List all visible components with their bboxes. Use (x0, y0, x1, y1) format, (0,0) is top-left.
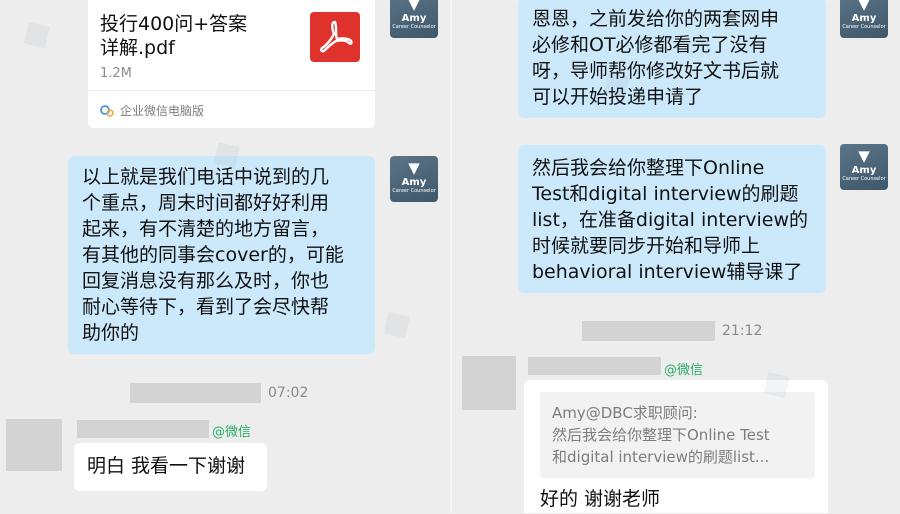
redacted-avatar (462, 356, 516, 410)
redacted-sender-name (77, 420, 209, 438)
message-line: behavioral interview辅导课了 (532, 261, 803, 283)
message-line: Test和digital interview的刷题 (532, 183, 799, 205)
avatar-subtitle: Career Counselor (392, 24, 436, 30)
counselor-message-bubble[interactable]: 恩恩，之前发给你的两套网申 必修和OT必修都看完了没有 呀，导师帮你修改好文书后… (518, 0, 826, 118)
message-line: 助你的 (82, 322, 140, 344)
avatar-logo-icon: ▼ (858, 0, 870, 13)
wechat-source-tag: @微信 (664, 363, 704, 378)
quote-line: 和digital interview的刷题list... (552, 448, 770, 466)
quote-sender: Amy@DBC求职顾问: (552, 404, 698, 422)
file-name-line: 投行400问+答案 (100, 13, 248, 35)
file-message-card[interactable]: 投行400问+答案 详解.pdf 1.2M 企业微信电脑版 (88, 0, 375, 128)
message-line: 恩恩，之前发给你的两套网申 (532, 8, 780, 30)
avatar-name: Amy (851, 165, 877, 176)
avatar-name: Amy (401, 13, 427, 24)
pdf-icon (310, 12, 360, 62)
message-line: 以上就是我们电话中说到的几 (82, 166, 330, 188)
message-line: 呀，导师帮你修改好文书后就 (532, 60, 780, 82)
message-line: 起来，有不清楚的地方留言， (82, 218, 330, 240)
avatar-subtitle: Career Counselor (842, 24, 886, 30)
avatar-subtitle: Career Counselor (842, 176, 886, 182)
counselor-avatar[interactable]: ▼ Amy Career Counselor (840, 144, 888, 190)
quoted-message[interactable]: Amy@DBC求职顾问: 然后我会给你整理下Online Test 和digit… (540, 392, 815, 478)
file-source-footer: 企业微信电脑版 (88, 90, 375, 129)
message-line: 明白 我看一下谢谢 (87, 455, 246, 477)
message-line: 回复消息没有那么及时，你也 (82, 270, 330, 292)
counselor-message-bubble[interactable]: 以上就是我们电话中说到的几 个重点，周末时间都好好利用 起来，有不清楚的地方留言… (68, 156, 375, 354)
message-line: 耐心等待下，看到了会尽快帮 (82, 296, 330, 318)
file-source-label: 企业微信电脑版 (120, 104, 205, 118)
message-line: 必修和OT必修都看完了没有 (532, 34, 768, 56)
message-line: 可以开始投递申请了 (532, 86, 704, 108)
counselor-avatar[interactable]: ▼ Amy Career Counselor (390, 0, 438, 38)
redacted-date (130, 383, 261, 403)
message-timestamp: 21:12 (722, 323, 763, 339)
file-name-line: 详解.pdf (100, 37, 175, 59)
student-reply-text: 好的 谢谢老师 (530, 484, 810, 514)
redacted-date (582, 321, 715, 341)
avatar-logo-icon: ▼ (858, 147, 870, 165)
avatar-logo-icon: ▼ (408, 159, 420, 177)
redacted-sender-name (528, 357, 661, 375)
file-name: 投行400问+答案 详解.pdf (100, 12, 300, 60)
message-line: 然后我会给你整理下Online (532, 157, 765, 179)
chat-panel-left: 投行400问+答案 详解.pdf 1.2M 企业微信电脑版 ▼ Amy Care… (0, 0, 450, 513)
message-line: 时候就要同步开始和导师上 (532, 235, 761, 257)
file-size: 1.2M (100, 66, 132, 81)
message-line: list，在准备digital interview的 (532, 209, 809, 231)
redacted-avatar (6, 419, 62, 471)
message-line: 个重点，周末时间都好好利用 (82, 192, 330, 214)
counselor-avatar[interactable]: ▼ Amy Career Counselor (390, 156, 438, 202)
quote-line: 然后我会给你整理下Online Test (552, 426, 770, 444)
wechat-source-tag: @微信 (212, 425, 252, 440)
wecom-icon (100, 103, 114, 117)
message-timestamp: 07:02 (268, 385, 309, 401)
counselor-message-bubble[interactable]: 然后我会给你整理下Online Test和digital interview的刷… (518, 145, 826, 293)
student-reply-bubble[interactable]: 明白 我看一下谢谢 (74, 443, 267, 491)
avatar-logo-icon: ▼ (408, 0, 420, 13)
message-line: 好的 谢谢老师 (540, 488, 661, 510)
message-line: 有其他的同事会cover的，可能 (82, 244, 344, 266)
avatar-subtitle: Career Counselor (392, 188, 436, 194)
counselor-avatar[interactable]: ▼ Amy Career Counselor (840, 0, 888, 38)
avatar-name: Amy (401, 177, 427, 188)
avatar-name: Amy (851, 13, 877, 24)
